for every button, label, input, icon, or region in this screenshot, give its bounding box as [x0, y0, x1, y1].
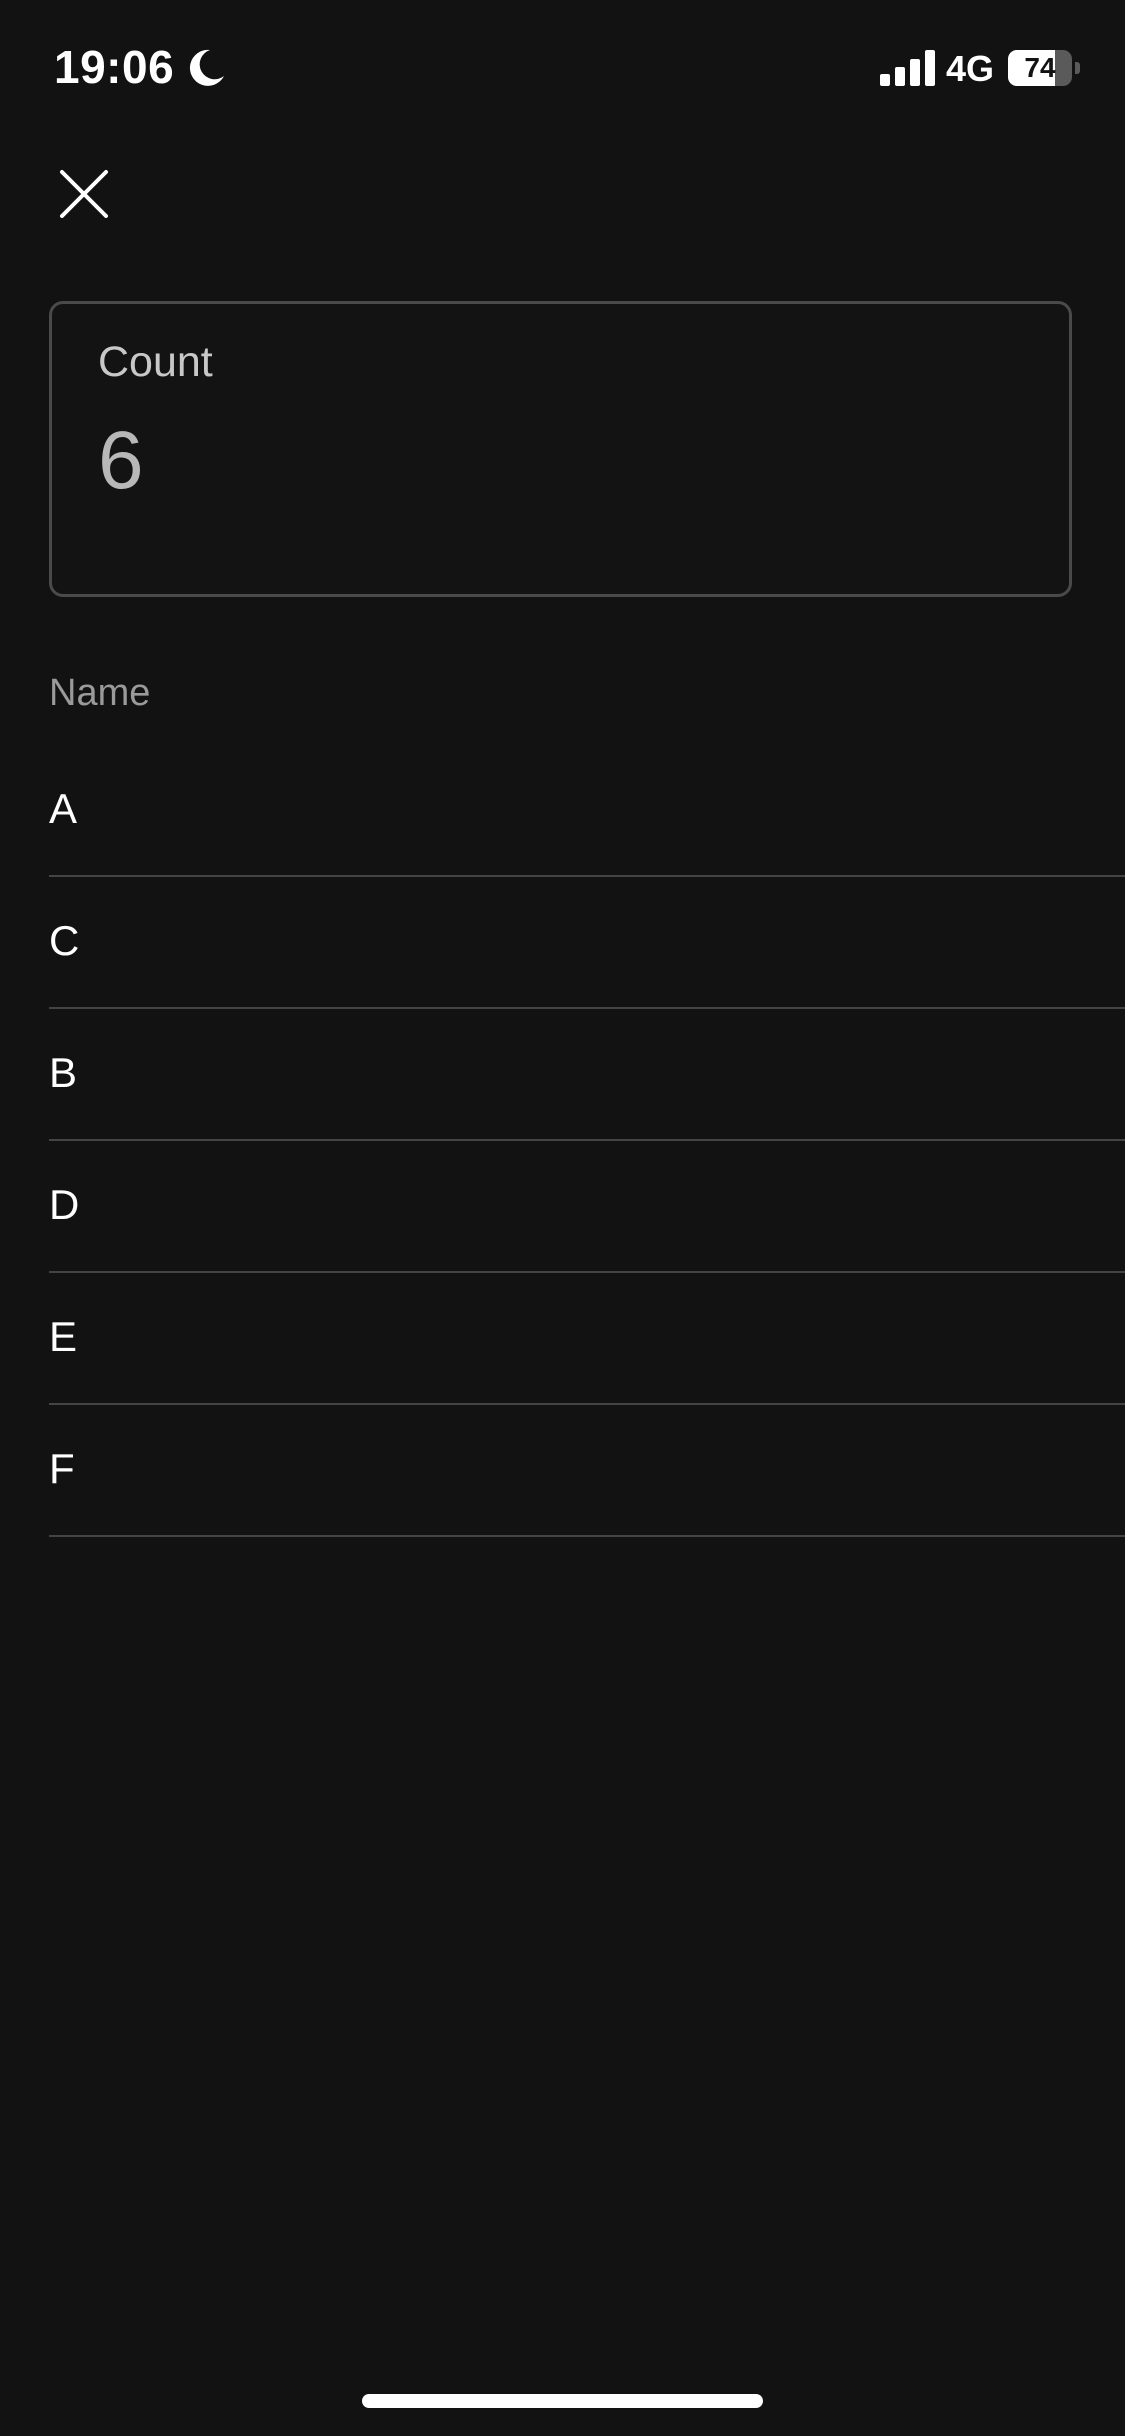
list-item-label: B [49, 1049, 78, 1096]
list-item[interactable]: B [49, 1009, 1125, 1141]
list-header: Name [49, 672, 151, 714]
list-item[interactable]: D [49, 1141, 1125, 1273]
name-list: A C B D E F [49, 745, 1125, 1537]
count-value: 6 [98, 415, 144, 506]
network-label: 4G [946, 48, 995, 89]
battery-icon: 74 [1008, 50, 1080, 86]
battery-cap [1075, 62, 1080, 74]
status-time: 19:06 [54, 41, 175, 93]
list-item[interactable]: E [49, 1273, 1125, 1405]
close-button[interactable] [50, 160, 118, 228]
list-item[interactable]: C [49, 877, 1125, 1009]
list-item-label: C [49, 917, 80, 964]
home-indicator[interactable] [362, 2394, 763, 2408]
list-item-label: F [49, 1445, 75, 1492]
list-item[interactable]: F [49, 1405, 1125, 1537]
list-item[interactable]: A [49, 745, 1125, 877]
list-item-label: A [49, 785, 78, 832]
count-card: Count 6 [49, 301, 1072, 597]
close-icon [60, 170, 108, 218]
list-item-label: E [49, 1313, 78, 1360]
moon-icon [189, 49, 224, 86]
battery-percent: 74 [1024, 52, 1056, 83]
list-item-label: D [49, 1181, 80, 1228]
battery-body: 74 [1008, 50, 1072, 86]
status-bar: 19:06 4G 74 [0, 0, 1125, 140]
signal-icon [880, 50, 935, 86]
count-label: Count [98, 338, 213, 386]
